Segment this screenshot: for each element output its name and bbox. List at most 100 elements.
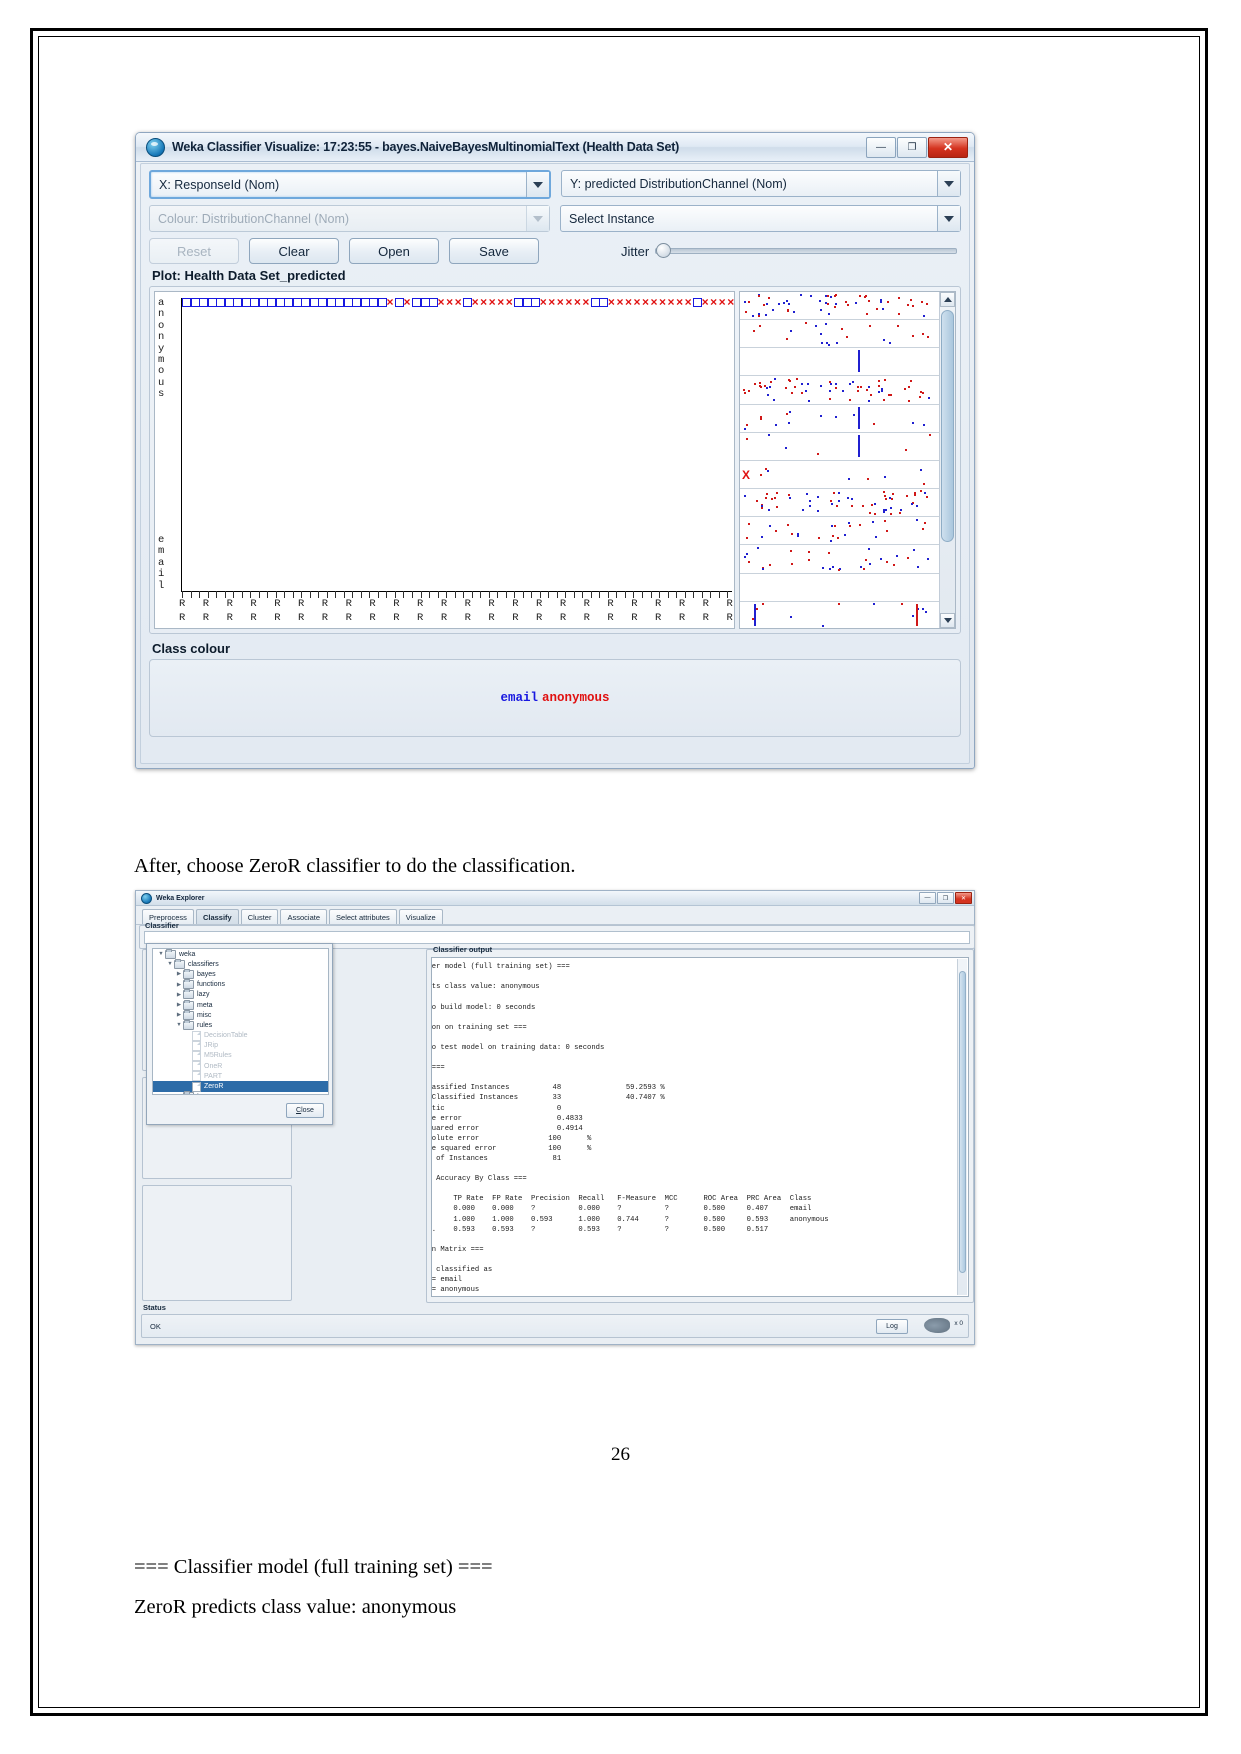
tree-node-bayes[interactable]: ▶ bayes — [153, 968, 328, 979]
chevron-right-icon[interactable]: ▶ — [175, 1094, 183, 1095]
explorer-window-title: Weka Explorer — [156, 894, 205, 902]
strip-point — [871, 521, 874, 524]
attribute-strip[interactable] — [740, 573, 939, 602]
maximize-button[interactable]: ❐ — [897, 136, 927, 158]
chevron-right-icon[interactable]: ▶ — [175, 971, 183, 977]
tree-node-zeror[interactable]: ZeroR — [153, 1081, 328, 1092]
visualize-window-title: Weka Classifier Visualize: 17:23:55 - ba… — [172, 140, 680, 154]
x-axis-combo[interactable]: X: ResponseId (Nom) — [149, 170, 551, 199]
weka-bird-icon[interactable] — [924, 1318, 950, 1333]
close-button[interactable]: ✕ — [928, 136, 968, 158]
attribute-strip[interactable] — [740, 489, 939, 518]
tab-associate[interactable]: Associate — [280, 909, 328, 924]
attribute-strip[interactable] — [740, 404, 939, 433]
strip-point — [766, 394, 769, 397]
output-scrollbar-thumb[interactable] — [959, 971, 966, 1273]
clear-button[interactable]: Clear — [249, 238, 339, 264]
scroll-up-icon[interactable] — [940, 292, 955, 307]
tree-node-m5rules[interactable]: M5Rules — [153, 1050, 328, 1061]
close-dialog-button[interactable]: Close — [286, 1103, 324, 1118]
scatter-plot-canvas[interactable]: anonymous email R R R R R R R R R R R R … — [154, 291, 735, 629]
strip-point — [889, 506, 892, 509]
strip-point — [800, 391, 803, 394]
attribute-strip[interactable] — [740, 348, 939, 377]
tree-node-misc[interactable]: ▶ misc — [153, 1009, 328, 1020]
strip-point — [873, 503, 876, 506]
tree-node-weka[interactable]: ▼ weka — [153, 949, 328, 959]
visualize-titlebar[interactable]: Weka Classifier Visualize: 17:23:55 - ba… — [136, 133, 974, 162]
classifier-output-title: Classifier output — [433, 945, 493, 954]
attribute-strip[interactable] — [740, 320, 939, 349]
output-scrollbar[interactable] — [957, 959, 967, 1295]
strip-point — [806, 492, 809, 495]
legend-item-anonymous[interactable]: anonymous — [542, 691, 610, 705]
minimize-button[interactable]: — — [866, 136, 896, 158]
chevron-right-icon[interactable]: ▶ — [175, 982, 183, 988]
minimize-button[interactable]: — — [919, 892, 936, 904]
data-point-anonymous: × — [488, 295, 496, 309]
chevron-down-icon[interactable]: ▼ — [166, 961, 174, 967]
legend-item-email[interactable]: email — [500, 691, 538, 705]
chevron-right-icon[interactable]: ▶ — [175, 1002, 183, 1008]
strips-scrollbar[interactable] — [939, 292, 955, 628]
chevron-down-icon[interactable] — [937, 206, 960, 231]
attribute-strip[interactable] — [740, 517, 939, 546]
attribute-strip[interactable] — [740, 601, 939, 628]
attribute-strip[interactable] — [740, 545, 939, 574]
scroll-down-icon[interactable] — [940, 613, 955, 628]
explorer-titlebar[interactable]: Weka Explorer — ❐ ✕ — [136, 891, 974, 906]
classifier-tree[interactable]: ▼ weka ▼ classifiers ▶ bayes ▶ functions ▶ lazy ▶ m… — [152, 948, 329, 1095]
tab-cluster[interactable]: Cluster — [240, 909, 279, 924]
tab-select-attributes[interactable]: Select attributes — [329, 909, 397, 924]
strip-point — [886, 301, 889, 304]
open-button[interactable]: Open — [349, 238, 439, 264]
strip-point — [775, 505, 778, 508]
strip-point — [836, 536, 839, 539]
attribute-strip[interactable] — [740, 376, 939, 405]
log-button[interactable]: Log — [876, 1319, 908, 1334]
maximize-button[interactable]: ❐ — [937, 892, 954, 904]
close-button[interactable]: ✕ — [955, 892, 972, 904]
chevron-right-icon[interactable]: ▶ — [175, 992, 183, 998]
tree-node-meta[interactable]: ▶ meta — [153, 999, 328, 1010]
strip-point — [819, 308, 822, 311]
select-instance-combo[interactable]: Select Instance — [560, 205, 961, 232]
tree-node-trees[interactable]: ▶ trees — [153, 1091, 328, 1095]
tree-node-lazy[interactable]: ▶ lazy — [153, 989, 328, 1000]
tree-node-part[interactable]: PART — [153, 1071, 328, 1082]
tree-node-functions[interactable]: ▶ functions — [153, 979, 328, 990]
strip-point — [921, 333, 924, 336]
strip-point — [783, 302, 785, 305]
colour-combo-value: Colour: DistributionChannel (Nom) — [158, 211, 350, 226]
class-colour-legend[interactable]: email anonymous — [149, 659, 961, 737]
strip-point — [828, 389, 831, 392]
attribute-strips-panel[interactable]: X — [739, 291, 956, 629]
chevron-down-icon[interactable] — [937, 171, 960, 196]
tree-node-oner[interactable]: OneR — [153, 1061, 328, 1072]
chevron-down-icon[interactable] — [526, 172, 549, 197]
tree-node-classifiers[interactable]: ▼ classifiers — [153, 958, 328, 969]
data-point-series: ××××××××××××××××××××××××××××××××××××××××… — [182, 295, 734, 311]
y-axis-combo[interactable]: Y: predicted DistributionChannel (Nom) — [561, 170, 961, 197]
attribute-strip[interactable] — [740, 461, 939, 490]
tree-node-decisiontable[interactable]: DecisionTable — [153, 1030, 328, 1041]
strip-point — [763, 304, 766, 307]
jitter-slider-knob[interactable] — [656, 243, 672, 258]
attribute-strip[interactable] — [740, 292, 939, 321]
strip-point — [809, 499, 812, 502]
tree-node-label: misc — [197, 1011, 212, 1019]
attribute-strip[interactable] — [740, 432, 939, 461]
tree-node-rules[interactable]: ▼ rules — [153, 1019, 328, 1030]
strip-area[interactable] — [740, 292, 939, 628]
tab-visualize[interactable]: Visualize — [398, 909, 443, 924]
save-button[interactable]: Save — [449, 238, 539, 264]
chevron-right-icon[interactable]: ▶ — [175, 1012, 183, 1018]
tree-node-jrip[interactable]: JRip — [153, 1040, 328, 1051]
jitter-slider[interactable] — [655, 243, 957, 258]
scrollbar-thumb[interactable] — [941, 310, 954, 542]
strip-point — [805, 390, 808, 393]
classifier-output-text[interactable]: === Evaluation on training data === === … — [431, 957, 969, 1297]
tab-classify[interactable]: Classify — [195, 909, 239, 924]
chevron-down-icon[interactable]: ▼ — [175, 1022, 183, 1028]
chevron-down-icon[interactable]: ▼ — [157, 951, 165, 957]
